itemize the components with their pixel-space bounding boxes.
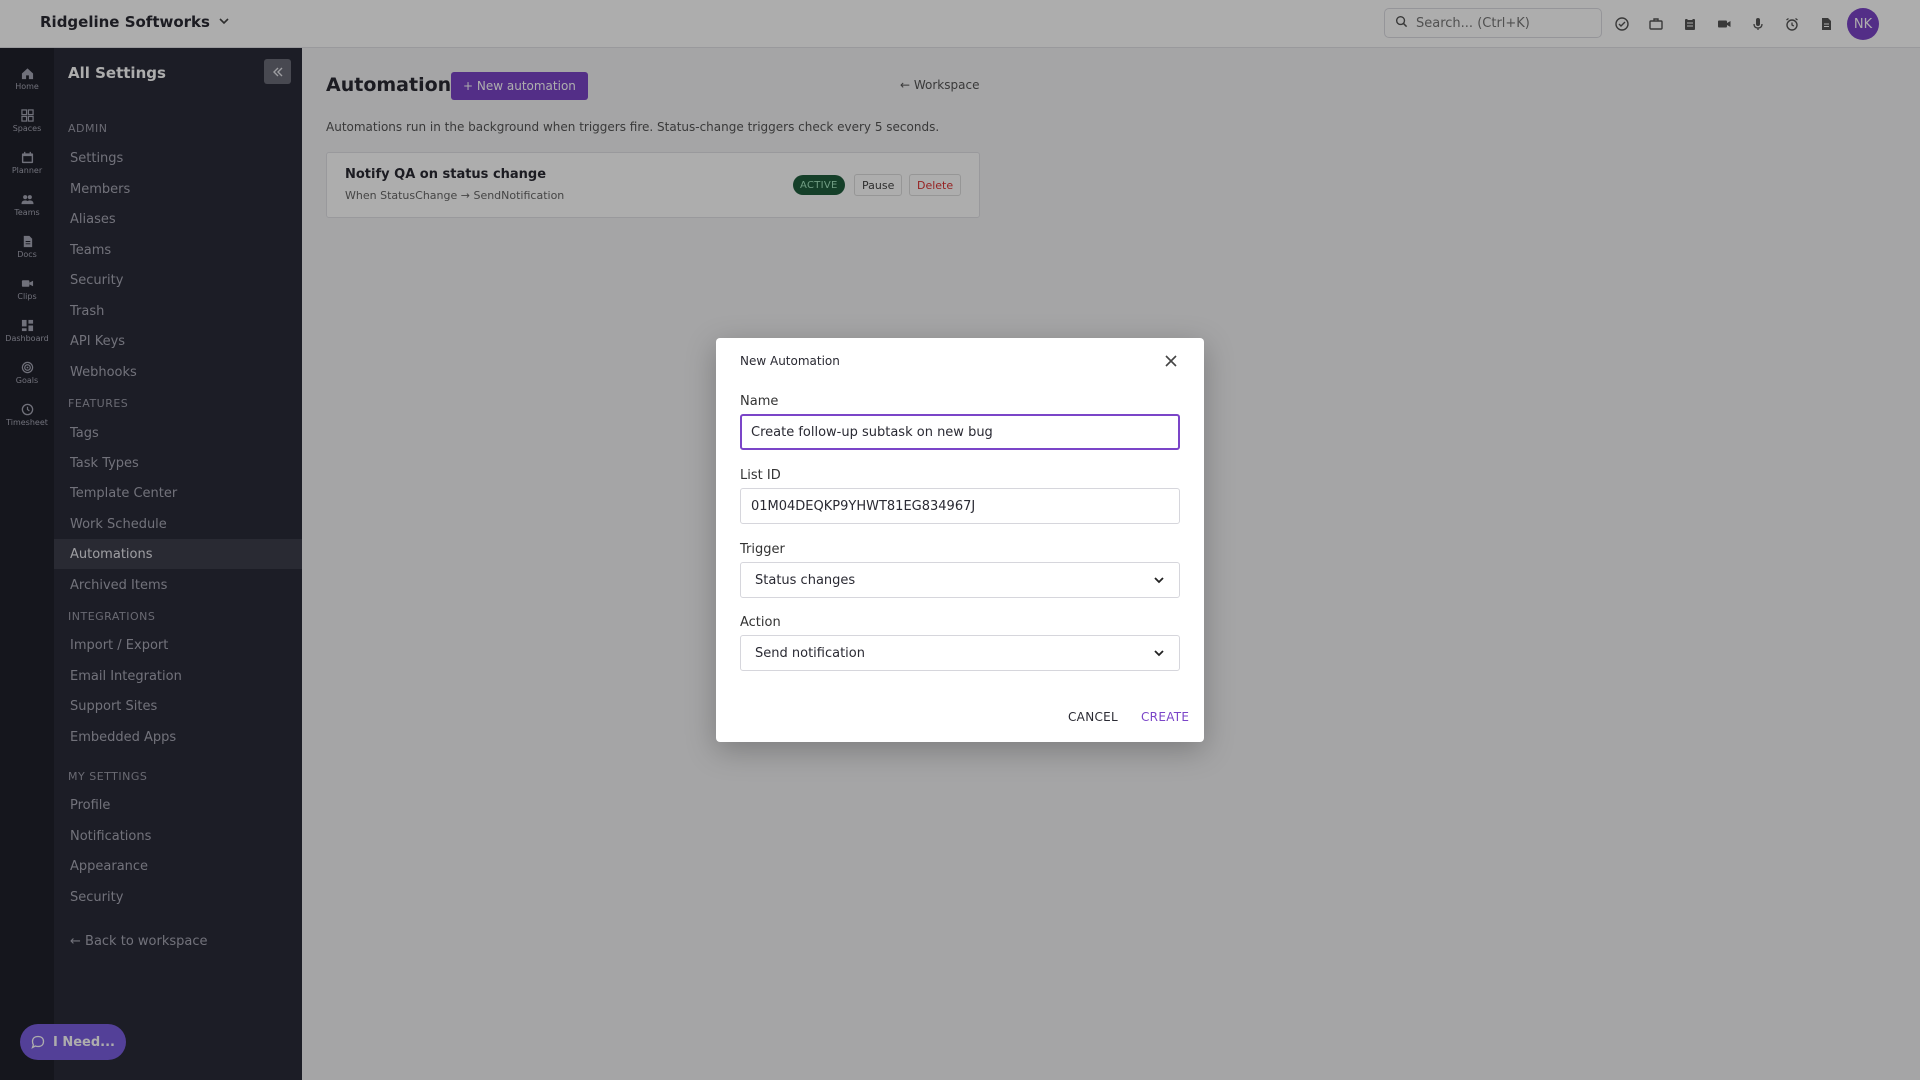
trigger-selected-value: Status changes: [755, 572, 856, 588]
action-select[interactable]: Send notification: [740, 635, 1180, 671]
action-label: Action: [740, 615, 781, 630]
create-button[interactable]: CREATE: [1141, 710, 1189, 724]
trigger-select[interactable]: Status changes: [740, 562, 1180, 598]
new-automation-dialog: New Automation Name List ID Trigger Stat…: [716, 338, 1204, 742]
chevron-down-icon: [1154, 577, 1164, 584]
cancel-button[interactable]: CANCEL: [1068, 710, 1118, 724]
name-label: Name: [740, 394, 779, 409]
dialog-title: New Automation: [740, 354, 840, 368]
close-icon[interactable]: [1164, 354, 1182, 372]
list-id-label: List ID: [740, 468, 781, 483]
trigger-label: Trigger: [740, 542, 785, 557]
name-input[interactable]: [740, 414, 1180, 450]
list-id-input[interactable]: [740, 488, 1180, 524]
action-selected-value: Send notification: [755, 645, 865, 661]
chevron-down-icon: [1154, 650, 1164, 657]
